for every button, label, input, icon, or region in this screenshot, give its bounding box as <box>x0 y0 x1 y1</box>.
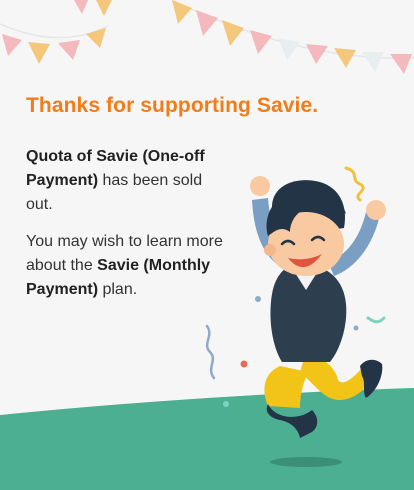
right-hand <box>366 200 386 220</box>
ground-hill <box>0 388 414 490</box>
sold-out-notice: Thanks for supporting Savie. Quota of Sa… <box>0 0 414 490</box>
confetti-streamer <box>344 166 365 202</box>
confetti-streamer <box>366 316 386 324</box>
confetti-streamer <box>205 324 216 380</box>
ear <box>264 244 276 256</box>
shadow <box>270 457 342 467</box>
celebration-illustration <box>0 166 414 490</box>
left-hand <box>250 176 270 196</box>
